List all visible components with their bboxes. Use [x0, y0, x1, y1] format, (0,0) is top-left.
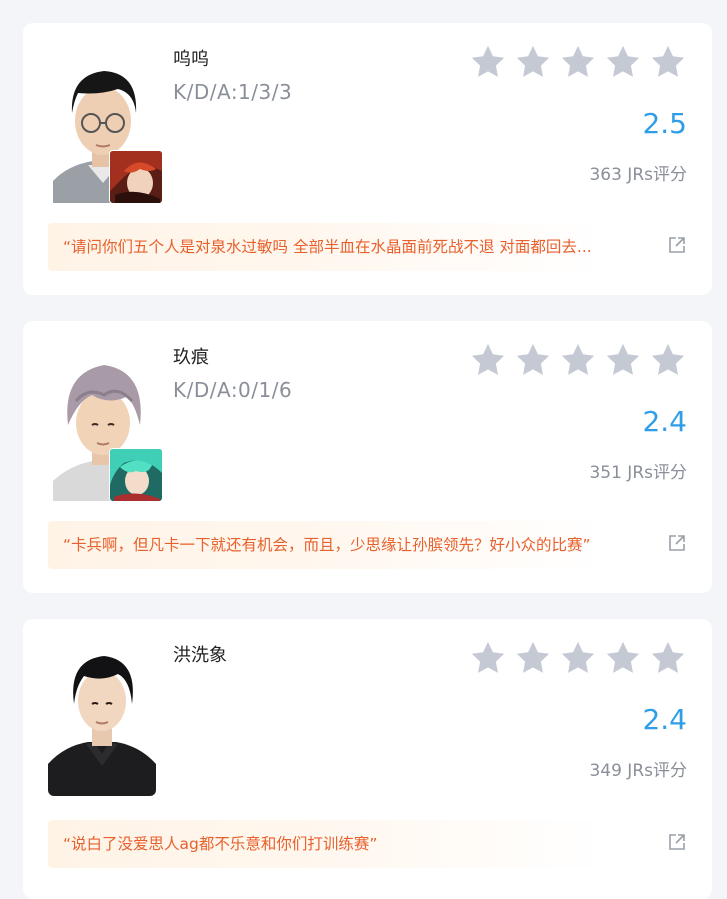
star-icon[interactable] [469, 639, 507, 677]
star-icon[interactable] [514, 639, 552, 677]
hero-avatar-red-haired-icon [109, 150, 163, 204]
rating-count: 351 JRs评分 [589, 463, 687, 483]
rating-stars[interactable] [469, 341, 687, 379]
star-icon[interactable] [559, 43, 597, 81]
star-icon[interactable] [559, 639, 597, 677]
rating-score: 2.4 [642, 703, 687, 736]
external-link-icon[interactable] [668, 534, 686, 552]
player-rating-list: 呜呜 K/D/A:1/3/3 2.5 363 JRs评分 “请问你们五个人是对泉… [0, 0, 727, 899]
player-card[interactable]: 洪洗象 2.4 349 JRs评分 “说白了没爱思人ag都不乐意和你们打训练赛” [23, 619, 712, 899]
rating-count: 363 JRs评分 [589, 165, 687, 185]
player-card[interactable]: 呜呜 K/D/A:1/3/3 2.5 363 JRs评分 “请问你们五个人是对泉… [23, 23, 712, 295]
star-icon[interactable] [649, 639, 687, 677]
rating-count: 349 JRs评分 [589, 761, 687, 781]
rating-stars[interactable] [469, 639, 687, 677]
rating-score: 2.4 [642, 405, 687, 438]
hero-avatar-teal-haired-icon [109, 448, 163, 502]
player-kda: K/D/A:1/3/3 [173, 80, 293, 104]
star-icon[interactable] [649, 43, 687, 81]
top-comment[interactable]: “卡兵啊，但凡卡一下就还有机会，而且，少思缘让孙膑领先？好小众的比赛” [48, 521, 608, 569]
external-link-icon[interactable] [668, 833, 686, 851]
player-name: 洪洗象 [173, 645, 227, 666]
rating-stars[interactable] [469, 43, 687, 81]
player-name: 呜呜 [173, 49, 209, 70]
star-icon[interactable] [514, 341, 552, 379]
star-icon[interactable] [604, 341, 642, 379]
star-icon[interactable] [469, 341, 507, 379]
star-icon[interactable] [604, 43, 642, 81]
top-comment[interactable]: “说白了没爱思人ag都不乐意和你们打训练赛” [48, 820, 608, 868]
rating-score: 2.5 [642, 107, 687, 140]
external-link-icon[interactable] [668, 236, 686, 254]
player-kda: K/D/A:0/1/6 [173, 378, 293, 402]
top-comment[interactable]: “请问你们五个人是对泉水过敏吗 全部半血在水晶面前死战不退 对面都回去... [48, 223, 608, 271]
star-icon[interactable] [559, 341, 597, 379]
star-icon[interactable] [514, 43, 552, 81]
player-name: 玖痕 [173, 347, 209, 368]
player-card[interactable]: 玖痕 K/D/A:0/1/6 2.4 351 JRs评分 “卡兵啊，但凡卡一下就… [23, 321, 712, 593]
star-icon[interactable] [649, 341, 687, 379]
star-icon[interactable] [604, 639, 642, 677]
star-icon[interactable] [469, 43, 507, 81]
player-avatar [48, 646, 156, 796]
